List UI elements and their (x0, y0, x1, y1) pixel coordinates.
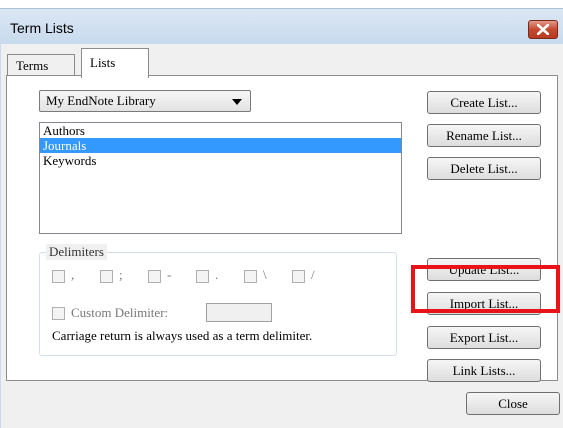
delimiter-backslash-checkbox[interactable] (244, 270, 257, 283)
window-title: Term Lists (10, 20, 74, 36)
delimiter-comma-label: , (71, 267, 75, 282)
delimiter-comma-checkbox[interactable] (52, 270, 65, 283)
term-lists-dialog: Term Lists Terms Lists My EndNote Librar… (0, 0, 563, 428)
dialog-body: Terms Lists My EndNote Library Authors J… (0, 44, 563, 428)
list-item-keywords[interactable]: Keywords (40, 153, 401, 168)
delimiter-semicolon-label: ; (119, 267, 123, 282)
delimiters-title: Delimiters (46, 244, 107, 260)
delimiter-backslash-label: \ (263, 267, 267, 282)
delimiter-slash-label: / (311, 267, 315, 282)
list-item-journals[interactable]: Journals (40, 138, 401, 153)
custom-delimiter-field[interactable] (206, 303, 272, 322)
delimiters-group: Delimiters , ; - . \ / Custom Delimiter:… (39, 244, 397, 356)
tab-terms[interactable]: Terms (7, 54, 75, 76)
window-close-button[interactable] (528, 20, 558, 39)
delete-list-button[interactable]: Delete List... (427, 157, 541, 180)
highlight-box (411, 265, 560, 313)
export-list-button[interactable]: Export List... (427, 326, 541, 349)
rename-list-button[interactable]: Rename List... (427, 124, 541, 147)
delimiter-dash-checkbox[interactable] (148, 270, 161, 283)
list-item-authors[interactable]: Authors (40, 123, 401, 138)
library-select[interactable]: My EndNote Library (39, 90, 251, 112)
close-button[interactable]: Close (466, 392, 560, 415)
create-list-button[interactable]: Create List... (427, 91, 541, 114)
term-lists-listbox[interactable]: Authors Journals Keywords (39, 122, 402, 234)
delimiter-period-checkbox[interactable] (196, 270, 209, 283)
link-lists-button[interactable]: Link Lists... (427, 359, 541, 382)
tab-lists-label: Lists (90, 55, 116, 70)
lists-tab-panel: My EndNote Library Authors Journals Keyw… (6, 75, 558, 382)
delimiter-dash-label: - (167, 267, 172, 282)
close-icon (537, 24, 549, 35)
library-select-value: My EndNote Library (46, 93, 156, 108)
custom-delimiter-label: Custom Delimiter: (71, 305, 169, 320)
title-bar: Term Lists (0, 8, 563, 44)
delimiter-slash-checkbox[interactable] (292, 270, 305, 283)
tab-terms-label: Terms (16, 58, 49, 73)
chevron-down-icon (232, 99, 242, 105)
delimiter-note: Carriage return is always used as a term… (52, 328, 313, 343)
custom-delimiter-checkbox[interactable] (52, 307, 65, 320)
delimiter-semicolon-checkbox[interactable] (100, 270, 113, 283)
delimiter-period-label: . (215, 267, 219, 282)
tab-lists[interactable]: Lists (81, 48, 149, 78)
